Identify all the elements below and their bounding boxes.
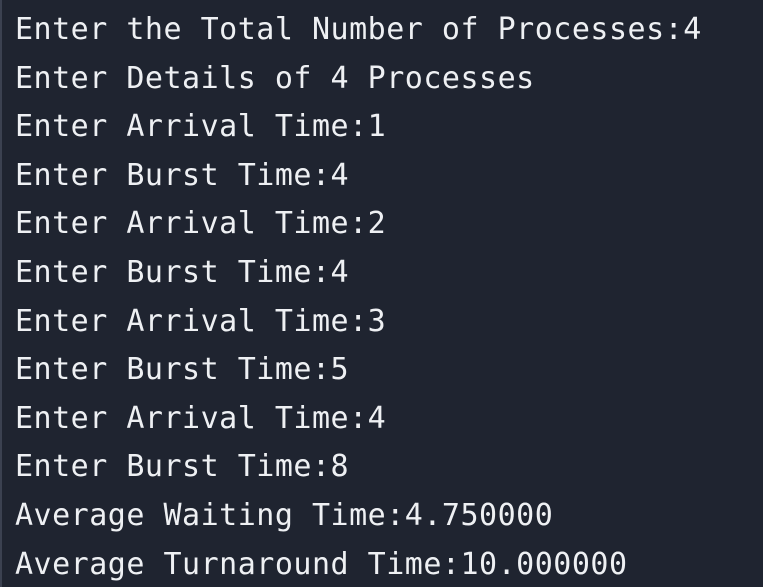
output-line-burst-4: Enter Burst Time:8	[15, 449, 350, 485]
output-line-burst-2: Enter Burst Time:4	[15, 254, 350, 290]
output-line-arrival-2: Enter Arrival Time:2	[15, 206, 387, 242]
output-line-arrival-4: Enter Arrival Time:4	[15, 400, 387, 436]
output-line-arrival-3: Enter Arrival Time:3	[15, 303, 387, 339]
output-line-arrival-1: Enter Arrival Time:1	[15, 109, 387, 145]
output-line-burst-3: Enter Burst Time:5	[15, 352, 350, 388]
output-line-average-waiting: Average Waiting Time:4.750000	[15, 497, 554, 533]
output-line-burst-1: Enter Burst Time:4	[15, 157, 350, 193]
output-line-process-count: Enter the Total Number of Processes:4	[15, 12, 702, 47]
output-line-details-header: Enter Details of 4 Processes	[15, 60, 535, 96]
output-line-average-turnaround: Average Turnaround Time:10.000000	[15, 546, 628, 582]
terminal-output[interactable]: Enter the Total Number of Processes:4 En…	[0, 0, 763, 587]
